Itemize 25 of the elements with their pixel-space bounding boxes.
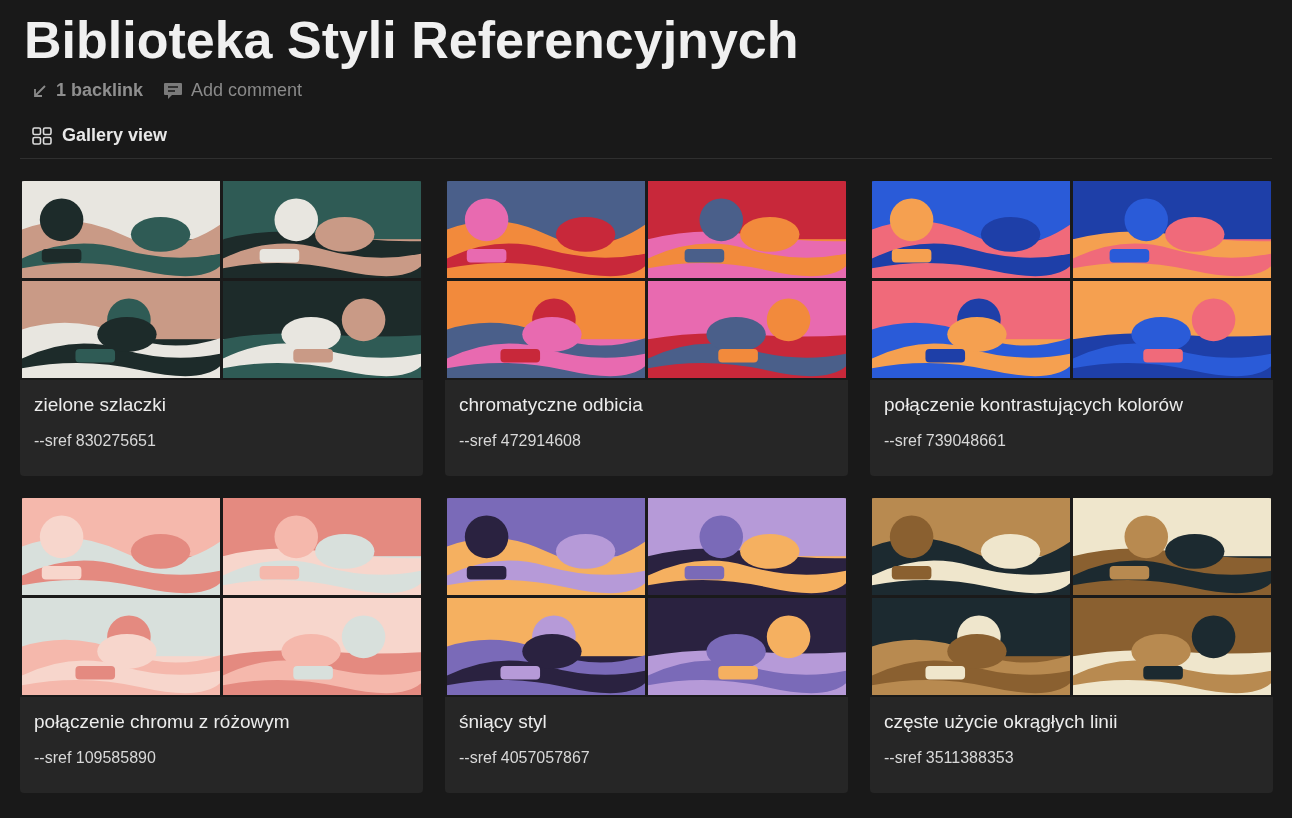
gallery-card[interactable]: połączenie kontrastujących kolorów --sref 739048661: [870, 181, 1273, 476]
card-title: śniący styl: [459, 711, 548, 733]
gallery-card[interactable]: częste użycie okrągłych linii --sref 3511388353: [870, 498, 1273, 793]
page-title: Biblioteka Styli Referencyjnych: [24, 10, 800, 70]
sref-code: --sref 472914608: [459, 432, 582, 450]
sref-code: --sref 3511388353: [884, 749, 1015, 767]
card-title: połączenie chromu z różowym: [34, 711, 291, 733]
card-title: zielone szlaczki: [34, 394, 167, 416]
card-title: częste użycie okrągłych linii: [884, 711, 1119, 733]
gallery-view-tab[interactable]: Gallery view: [62, 125, 168, 146]
sref-code: --sref 830275651: [34, 432, 157, 450]
card-title: chromatyczne odbicia: [459, 394, 644, 416]
gallery-card[interactable]: chromatyczne odbicia --sref 472914608: [445, 181, 848, 476]
arrow-icon: [32, 82, 48, 99]
comment-icon: [163, 81, 184, 100]
grid-icon: [32, 126, 52, 145]
add-comment-button[interactable]: Add comment: [191, 80, 303, 101]
card-title: połączenie kontrastujących kolorów: [884, 394, 1184, 416]
sref-code: --sref 4057057867: [459, 749, 591, 767]
sref-code: --sref 109585890: [34, 749, 157, 767]
gallery-card[interactable]: zielone szlaczki --sref 830275651: [20, 181, 423, 476]
gallery-card[interactable]: śniący styl --sref 4057057867: [445, 498, 848, 793]
backlink-link[interactable]: 1 backlink: [56, 80, 144, 101]
gallery-card[interactable]: połączenie chromu z różowym --sref 109585890: [20, 498, 423, 793]
sref-code: --sref 739048661: [884, 432, 1007, 450]
